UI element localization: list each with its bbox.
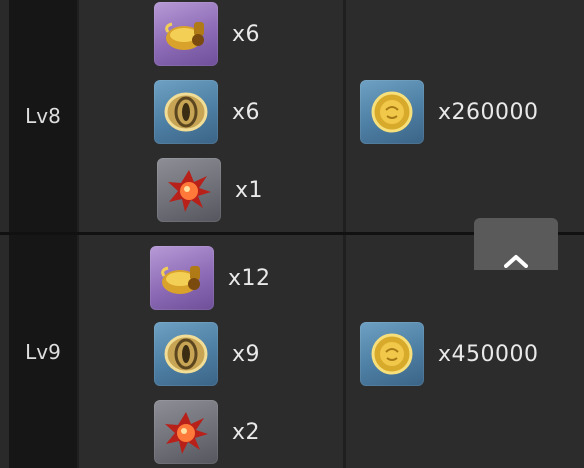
red-crystal-icon bbox=[157, 158, 221, 222]
coin-item[interactable]: x260000 bbox=[360, 80, 539, 144]
golden-vessel-icon bbox=[154, 2, 218, 66]
red-crystal-icon bbox=[154, 400, 218, 464]
material-quantity: x12 bbox=[228, 265, 271, 291]
material-quantity: x6 bbox=[232, 99, 261, 125]
gold-coin-icon bbox=[360, 80, 424, 144]
level-cell-lv9: Lv9 bbox=[9, 235, 77, 468]
level-cell-lv8: Lv8 bbox=[9, 0, 77, 232]
bronze-ring-icon bbox=[154, 322, 218, 386]
material-item[interactable]: x2 bbox=[154, 400, 260, 464]
material-quantity: x1 bbox=[235, 177, 264, 203]
gold-coin-icon bbox=[360, 322, 424, 386]
material-quantity: x6 bbox=[232, 21, 261, 47]
material-item[interactable]: x12 bbox=[150, 246, 271, 310]
material-item[interactable]: x6 bbox=[154, 80, 260, 144]
scroll-top-button[interactable] bbox=[474, 218, 558, 270]
material-quantity: x2 bbox=[232, 419, 261, 445]
material-item[interactable]: x9 bbox=[154, 322, 260, 386]
material-quantity: x9 bbox=[232, 341, 261, 367]
coin-quantity: x450000 bbox=[438, 341, 539, 367]
coin-item[interactable]: x450000 bbox=[360, 322, 539, 386]
material-item[interactable]: x1 bbox=[157, 158, 263, 222]
coin-quantity: x260000 bbox=[438, 99, 539, 125]
golden-vessel-icon bbox=[150, 246, 214, 310]
level-label: Lv8 bbox=[25, 104, 61, 128]
level-label: Lv9 bbox=[25, 339, 61, 364]
material-item[interactable]: x6 bbox=[154, 2, 260, 66]
chevron-up-icon bbox=[504, 255, 528, 268]
bronze-ring-icon bbox=[154, 80, 218, 144]
